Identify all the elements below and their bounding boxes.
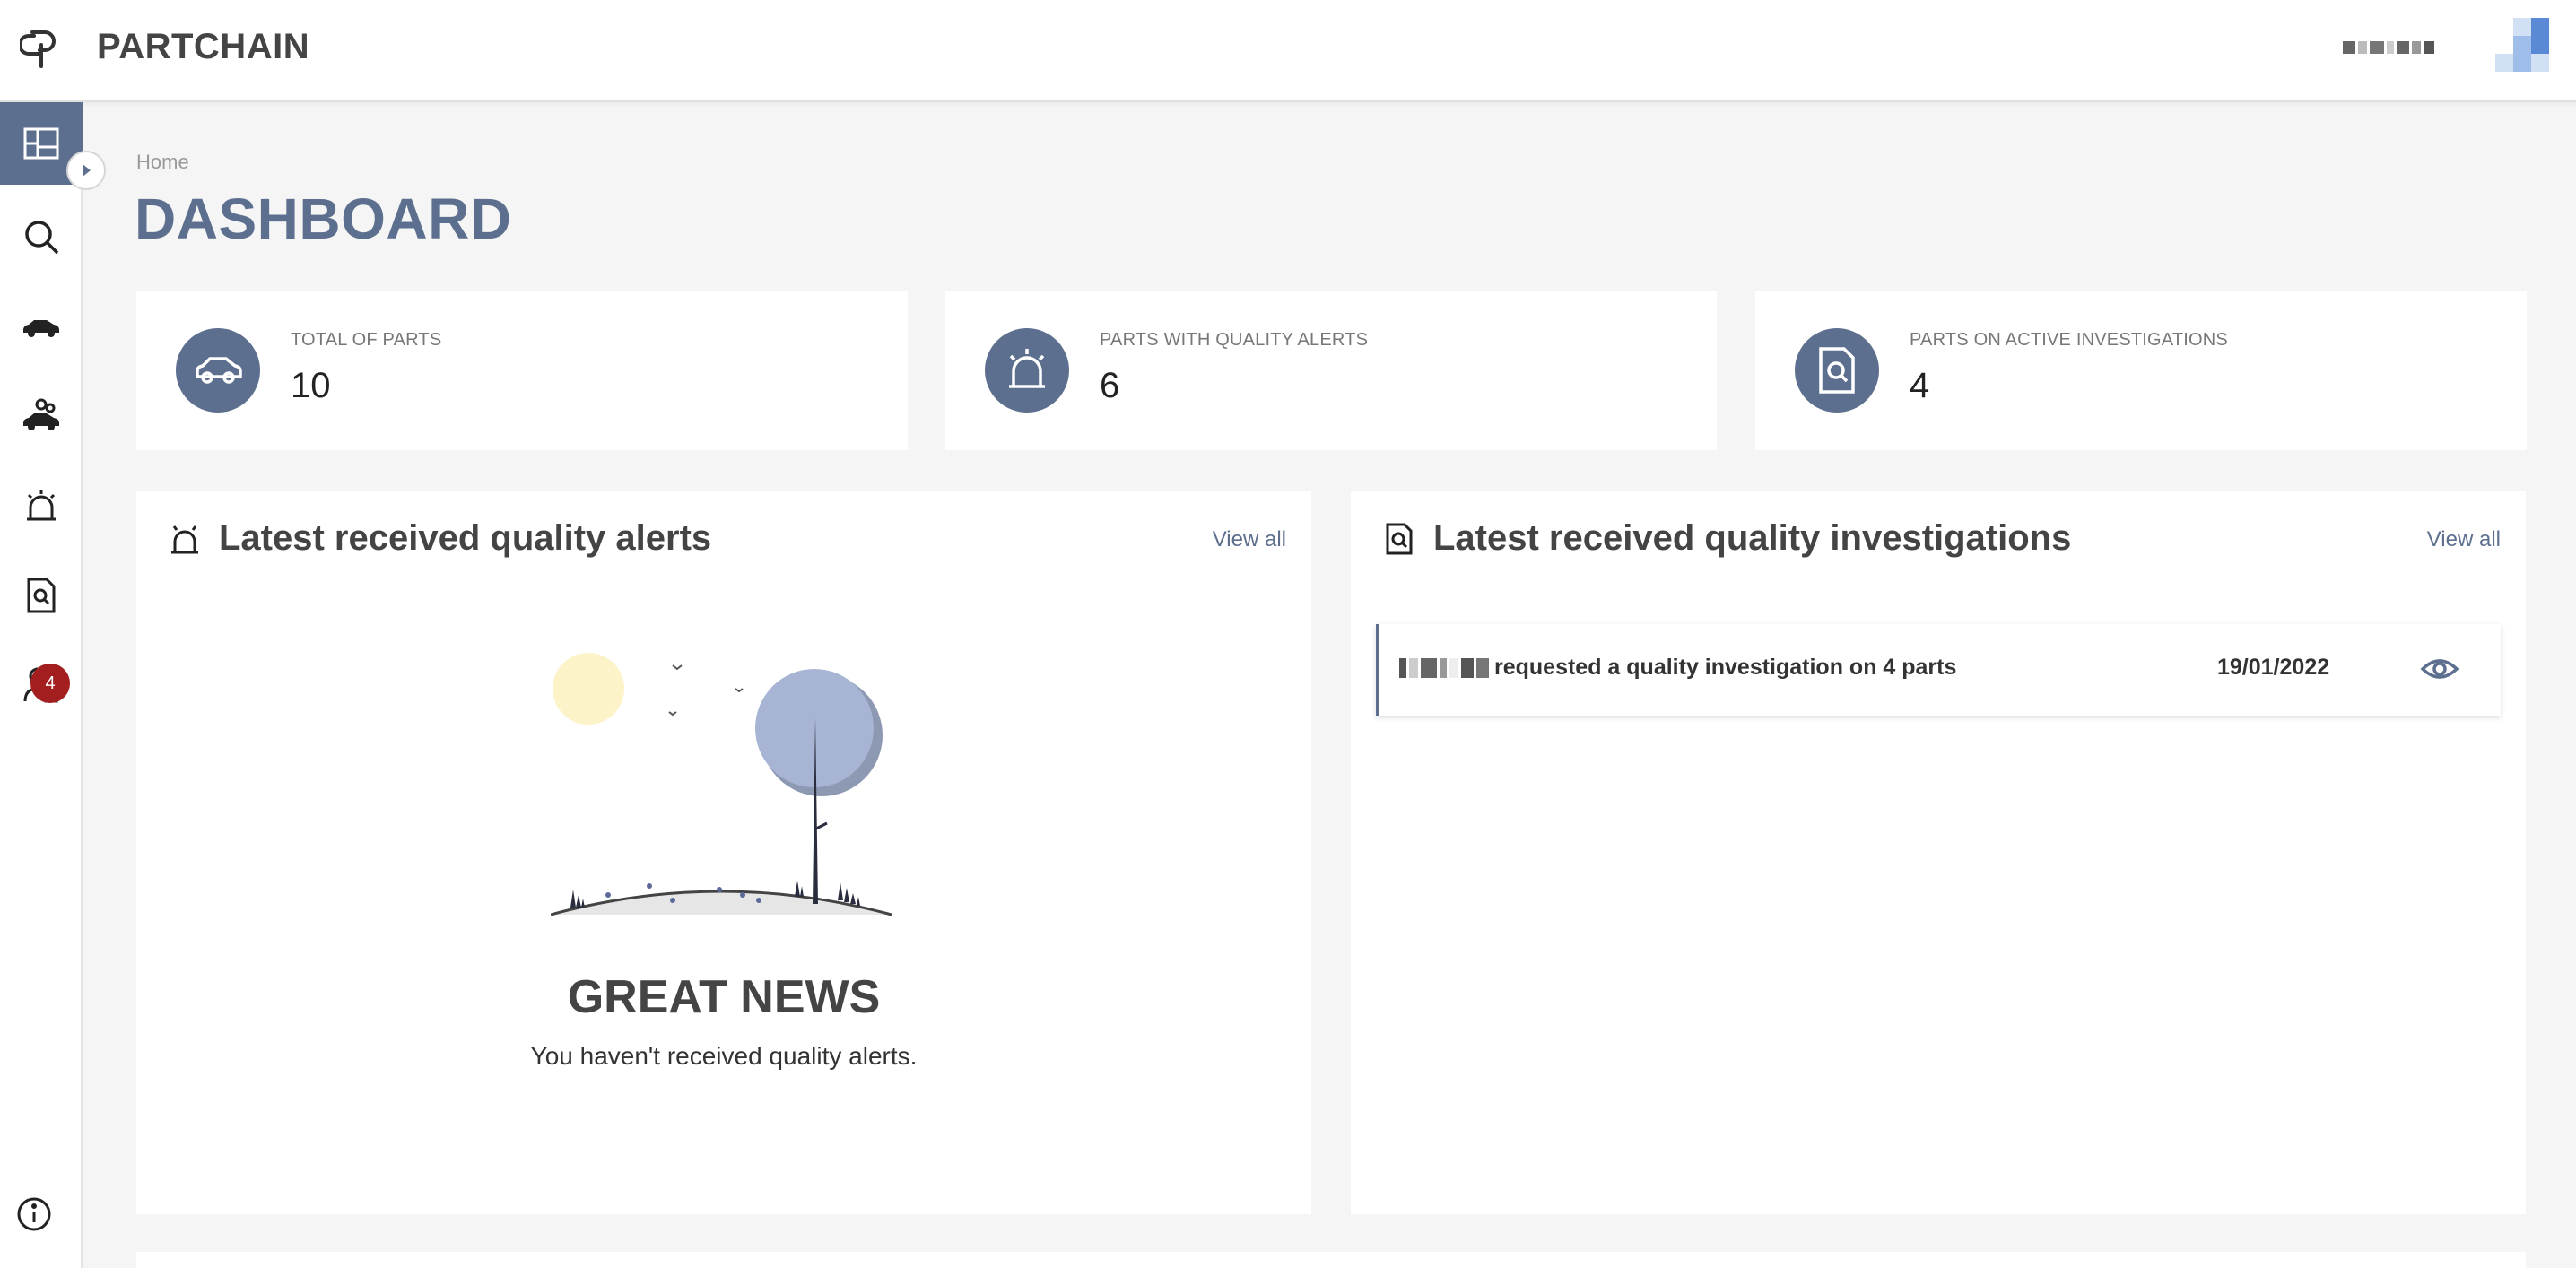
alerts-panel-header: Latest received quality alerts (167, 518, 711, 559)
alerts-panel: Latest received quality alerts View all … (136, 491, 1311, 1214)
stat-card-total-parts: TOTAL OF PARTS 10 (136, 291, 908, 450)
stat-label: PARTS ON ACTIVE INVESTIGATIONS (1910, 330, 2228, 350)
sidebar-item-parts[interactable] (0, 285, 83, 368)
stat-icon-circle (176, 328, 260, 413)
app-title[interactable]: PARTCHAIN (97, 25, 309, 68)
alerts-view-all-link[interactable]: View all (1213, 527, 1286, 552)
eye-icon[interactable] (2420, 651, 2459, 687)
investigations-view-all-link[interactable]: View all (2427, 527, 2501, 552)
next-section-card (136, 1252, 2526, 1268)
page-title: DASHBOARD (135, 187, 512, 251)
search-icon (25, 221, 59, 255)
stat-card-active-investigations: PARTS ON ACTIVE INVESTIGATIONS 4 (1755, 291, 2527, 450)
stat-icon-circle (985, 328, 1069, 413)
empty-state-illustration (551, 653, 892, 916)
user-name-redacted[interactable] (2343, 41, 2434, 54)
siren-icon (171, 525, 198, 553)
car-gears-icon (23, 398, 59, 430)
alerts-panel-title: Latest received quality alerts (219, 518, 712, 558)
top-header: PARTCHAIN (0, 0, 2576, 102)
investigations-badge: 4 (30, 664, 70, 703)
info-icon[interactable] (14, 1194, 54, 1234)
dashboard-icon (23, 127, 59, 160)
stat-value: 6 (1100, 366, 1120, 405)
empty-state-message: You haven't received quality alerts. (530, 1042, 918, 1070)
sidebar-item-investigations[interactable] (0, 554, 83, 637)
stat-label: PARTS WITH QUALITY ALERTS (1100, 330, 1369, 350)
investigations-panel-header: Latest received quality investigations (1381, 518, 2071, 559)
sidebar: 4 (0, 102, 83, 1268)
investigations-panel-title: Latest received quality investigations (1433, 518, 2072, 558)
investigations-panel: Latest received quality investigations V… (1351, 491, 2526, 1214)
avatar[interactable] (2492, 18, 2549, 74)
chevron-right-icon (83, 164, 91, 177)
breadcrumb[interactable]: Home (136, 151, 189, 174)
siren-icon (27, 490, 56, 521)
sidebar-item-other-parts[interactable] (0, 375, 83, 457)
car-icon (196, 357, 242, 384)
car-icon (23, 320, 59, 337)
stat-value: 4 (1910, 366, 1930, 405)
empty-state-title: GREAT NEWS (567, 971, 881, 1023)
document-search-icon (27, 578, 56, 613)
chain-link-logo-icon[interactable] (20, 27, 66, 70)
siren-icon (1009, 349, 1045, 388)
investigation-row[interactable]: requested a quality investigation on 4 p… (1376, 624, 2501, 716)
sidebar-expand-button[interactable] (66, 151, 106, 190)
stat-label: TOTAL OF PARTS (291, 330, 442, 350)
document-search-icon (1819, 347, 1855, 394)
sender-name-redacted (1399, 658, 1489, 678)
document-search-icon (1386, 523, 1413, 554)
stat-value: 10 (291, 366, 331, 405)
sidebar-item-alerts[interactable] (0, 465, 83, 547)
sidebar-item-search[interactable] (0, 195, 83, 278)
investigation-date: 19/01/2022 (2217, 655, 2330, 680)
stat-card-quality-alerts: PARTS WITH QUALITY ALERTS 6 (945, 291, 1717, 450)
user-menu[interactable] (2343, 16, 2549, 75)
stat-icon-circle (1795, 328, 1879, 413)
investigation-description: requested a quality investigation on 4 p… (1494, 655, 1957, 680)
